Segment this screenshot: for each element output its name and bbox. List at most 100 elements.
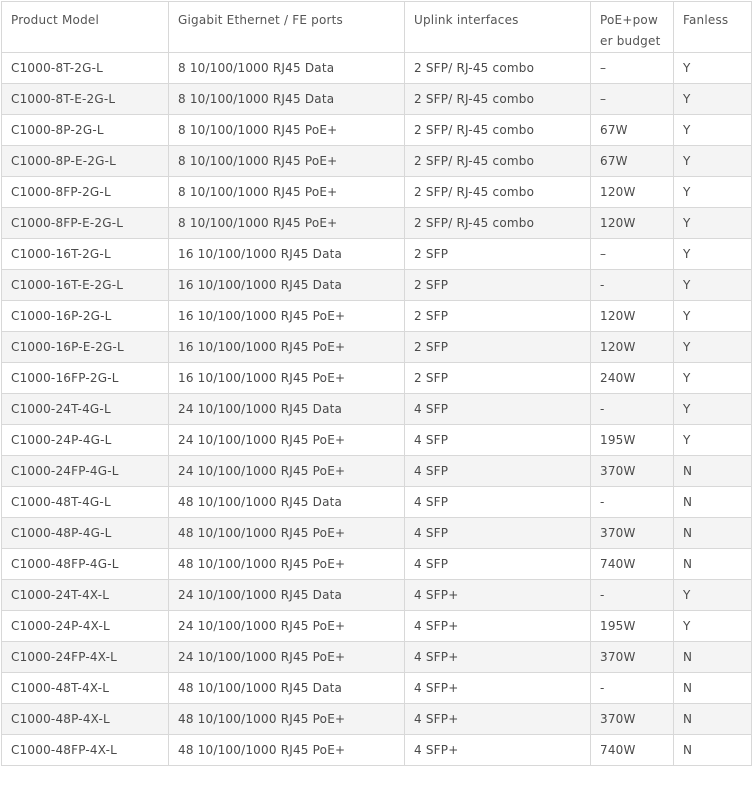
- table-row: C1000-24P-4X-L 24 10/100/1000 RJ45 PoE+ 4 …: [1, 610, 752, 642]
- cell-ethernet-ports: 48 10/100/1000 RJ45 PoE+: [168, 703, 405, 735]
- cell-fanless: Y: [673, 83, 752, 115]
- cell-uplink-interfaces: 4 SFP: [404, 393, 591, 425]
- cell-uplink-interfaces: 4 SFP+: [404, 610, 591, 642]
- product-table: Product Model Gigabit Ethernet / FE port…: [1, 1, 752, 766]
- table-row: C1000-24P-4G-L 24 10/100/1000 RJ45 PoE+ 4 …: [1, 424, 752, 456]
- cell-product-model: C1000-48P-4X-L: [1, 703, 169, 735]
- cell-ethernet-ports: 24 10/100/1000 RJ45 PoE+: [168, 610, 405, 642]
- cell-uplink-interfaces: 2 SFP: [404, 331, 591, 363]
- cell-poe-budget: -: [590, 486, 674, 518]
- cell-poe-budget: -: [590, 269, 674, 301]
- cell-uplink-interfaces: 2 SFP: [404, 238, 591, 270]
- table-row: C1000-48FP-4G-L 48 10/100/1000 RJ45 PoE+ 4…: [1, 548, 752, 580]
- cell-uplink-interfaces: 2 SFP: [404, 269, 591, 301]
- cell-ethernet-ports: 8 10/100/1000 RJ45 PoE+: [168, 114, 405, 146]
- cell-product-model: C1000-24T-4G-L: [1, 393, 169, 425]
- cell-uplink-interfaces: 4 SFP: [404, 486, 591, 518]
- cell-product-model: C1000-48FP-4X-L: [1, 734, 169, 766]
- cell-uplink-interfaces: 2 SFP/ RJ-45 combo: [404, 207, 591, 239]
- cell-fanless: Y: [673, 238, 752, 270]
- cell-product-model: C1000-24FP-4X-L: [1, 641, 169, 673]
- cell-uplink-interfaces: 4 SFP+: [404, 641, 591, 673]
- cell-fanless: Y: [673, 300, 752, 332]
- header-product-model: Product Model: [1, 1, 169, 53]
- cell-fanless: Y: [673, 362, 752, 394]
- cell-fanless: N: [673, 734, 752, 766]
- table-row: C1000-48P-4X-L 48 10/100/1000 RJ45 PoE+ 4 …: [1, 703, 752, 735]
- cell-uplink-interfaces: 4 SFP: [404, 548, 591, 580]
- table-row: C1000-24FP-4G-L 24 10/100/1000 RJ45 PoE+ 4…: [1, 455, 752, 487]
- cell-poe-budget: 195W: [590, 424, 674, 456]
- cell-fanless: N: [673, 672, 752, 704]
- cell-product-model: C1000-8T-E-2G-L: [1, 83, 169, 115]
- cell-product-model: C1000-8P-2G-L: [1, 114, 169, 146]
- cell-poe-budget: 370W: [590, 641, 674, 673]
- cell-fanless: Y: [673, 269, 752, 301]
- cell-ethernet-ports: 24 10/100/1000 RJ45 Data: [168, 579, 405, 611]
- table-row: C1000-8P-E-2G-L 8 10/100/1000 RJ45 PoE+ 2 …: [1, 145, 752, 177]
- table-row: C1000-8FP-E-2G-L 8 10/100/1000 RJ45 PoE+ 2…: [1, 207, 752, 239]
- cell-poe-budget: 740W: [590, 548, 674, 580]
- cell-ethernet-ports: 48 10/100/1000 RJ45 PoE+: [168, 548, 405, 580]
- cell-fanless: N: [673, 641, 752, 673]
- table-row: C1000-48FP-4X-L 48 10/100/1000 RJ45 PoE+ 4…: [1, 734, 752, 766]
- cell-product-model: C1000-16FP-2G-L: [1, 362, 169, 394]
- cell-poe-budget: –: [590, 238, 674, 270]
- cell-ethernet-ports: 16 10/100/1000 RJ45 PoE+: [168, 331, 405, 363]
- cell-uplink-interfaces: 2 SFP: [404, 300, 591, 332]
- cell-ethernet-ports: 24 10/100/1000 RJ45 PoE+: [168, 641, 405, 673]
- cell-fanless: N: [673, 517, 752, 549]
- cell-ethernet-ports: 16 10/100/1000 RJ45 PoE+: [168, 300, 405, 332]
- table-row: C1000-48T-4X-L 48 10/100/1000 RJ45 Data 4 …: [1, 672, 752, 704]
- cell-poe-budget: 370W: [590, 455, 674, 487]
- cell-product-model: C1000-16T-E-2G-L: [1, 269, 169, 301]
- header-uplink-interfaces: Uplink interfaces: [404, 1, 591, 53]
- cell-ethernet-ports: 48 10/100/1000 RJ45 PoE+: [168, 734, 405, 766]
- cell-uplink-interfaces: 2 SFP/ RJ-45 combo: [404, 176, 591, 208]
- cell-product-model: C1000-8P-E-2G-L: [1, 145, 169, 177]
- cell-poe-budget: 195W: [590, 610, 674, 642]
- cell-ethernet-ports: 8 10/100/1000 RJ45 PoE+: [168, 145, 405, 177]
- cell-fanless: Y: [673, 145, 752, 177]
- table-body: C1000-8T-2G-L 8 10/100/1000 RJ45 Data 2 SF…: [1, 52, 752, 766]
- cell-uplink-interfaces: 2 SFP: [404, 362, 591, 394]
- cell-poe-budget: 120W: [590, 176, 674, 208]
- cell-ethernet-ports: 8 10/100/1000 RJ45 PoE+: [168, 176, 405, 208]
- table-row: C1000-8FP-2G-L 8 10/100/1000 RJ45 PoE+ 2 S…: [1, 176, 752, 208]
- table-row: C1000-24FP-4X-L 24 10/100/1000 RJ45 PoE+ 4…: [1, 641, 752, 673]
- table-row: C1000-24T-4X-L 24 10/100/1000 RJ45 Data 4 …: [1, 579, 752, 611]
- cell-poe-budget: 67W: [590, 145, 674, 177]
- cell-uplink-interfaces: 2 SFP/ RJ-45 combo: [404, 145, 591, 177]
- cell-fanless: Y: [673, 610, 752, 642]
- cell-ethernet-ports: 16 10/100/1000 RJ45 Data: [168, 238, 405, 270]
- table-row: C1000-16T-2G-L 16 10/100/1000 RJ45 Data 2 …: [1, 238, 752, 270]
- cell-ethernet-ports: 16 10/100/1000 RJ45 PoE+: [168, 362, 405, 394]
- cell-fanless: Y: [673, 331, 752, 363]
- cell-product-model: C1000-24P-4X-L: [1, 610, 169, 642]
- cell-poe-budget: 120W: [590, 207, 674, 239]
- cell-ethernet-ports: 24 10/100/1000 RJ45 PoE+: [168, 455, 405, 487]
- table-row: C1000-8P-2G-L 8 10/100/1000 RJ45 PoE+ 2 SF…: [1, 114, 752, 146]
- cell-fanless: Y: [673, 114, 752, 146]
- cell-product-model: C1000-8T-2G-L: [1, 52, 169, 84]
- cell-ethernet-ports: 48 10/100/1000 RJ45 Data: [168, 486, 405, 518]
- cell-poe-budget: –: [590, 52, 674, 84]
- cell-product-model: C1000-24P-4G-L: [1, 424, 169, 456]
- cell-fanless: N: [673, 703, 752, 735]
- cell-ethernet-ports: 48 10/100/1000 RJ45 PoE+: [168, 517, 405, 549]
- cell-poe-budget: 67W: [590, 114, 674, 146]
- cell-poe-budget: -: [590, 393, 674, 425]
- cell-fanless: Y: [673, 176, 752, 208]
- cell-poe-budget: 240W: [590, 362, 674, 394]
- cell-product-model: C1000-48P-4G-L: [1, 517, 169, 549]
- cell-fanless: Y: [673, 52, 752, 84]
- cell-product-model: C1000-24T-4X-L: [1, 579, 169, 611]
- cell-product-model: C1000-16P-2G-L: [1, 300, 169, 332]
- cell-poe-budget: 120W: [590, 331, 674, 363]
- table-row: C1000-48P-4G-L 48 10/100/1000 RJ45 PoE+ 4 …: [1, 517, 752, 549]
- cell-product-model: C1000-48T-4G-L: [1, 486, 169, 518]
- header-ethernet-ports: Gigabit Ethernet / FE ports: [168, 1, 405, 53]
- cell-poe-budget: 370W: [590, 517, 674, 549]
- cell-ethernet-ports: 8 10/100/1000 RJ45 Data: [168, 83, 405, 115]
- header-poe-budget: PoE+power budget: [590, 1, 674, 53]
